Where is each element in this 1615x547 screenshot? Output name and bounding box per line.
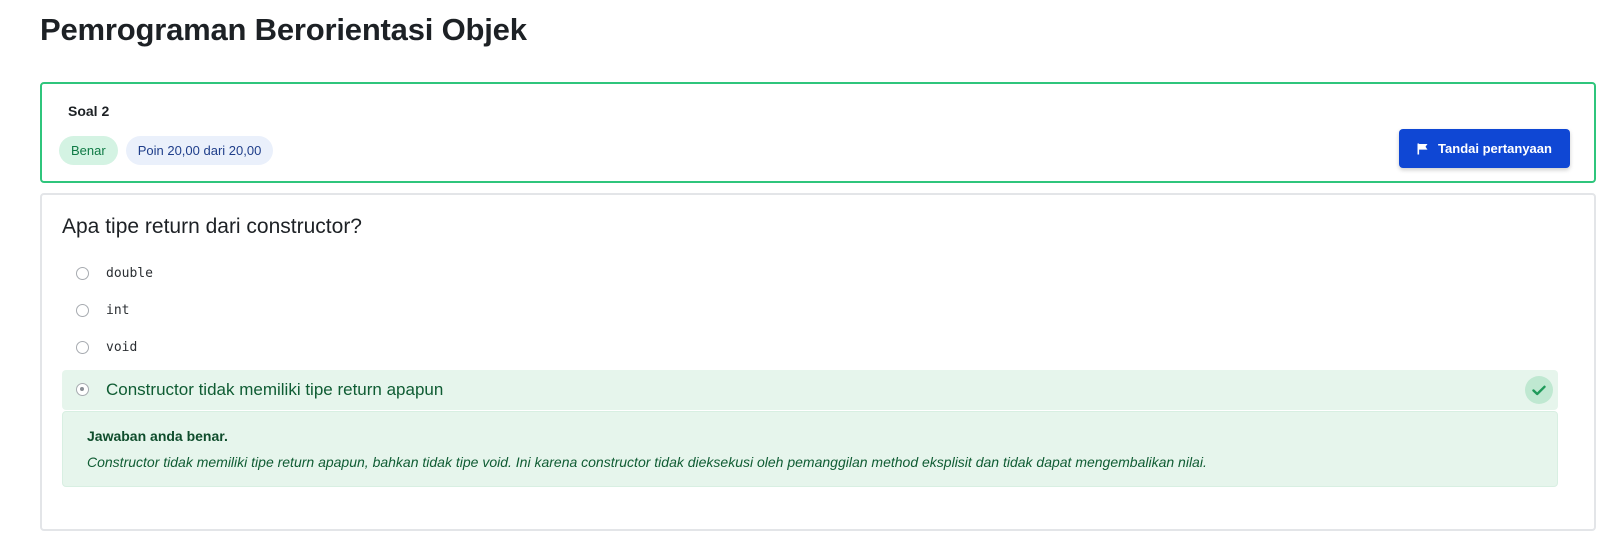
question-info-card: Soal 2 Benar Poin 20,00 dari 20,00 Tanda…: [40, 82, 1596, 183]
answer-option-void[interactable]: void: [62, 329, 1558, 366]
question-badges: Benar Poin 20,00 dari 20,00: [59, 136, 274, 165]
radio-button-selected[interactable]: [76, 383, 89, 396]
answer-label: void: [106, 340, 138, 355]
check-icon: [1525, 376, 1553, 404]
flag-icon: [1417, 143, 1428, 154]
answer-list: double int void Constructor tidak memili…: [62, 255, 1558, 410]
answer-label: int: [106, 303, 130, 318]
radio-button[interactable]: [76, 340, 89, 354]
answer-label: Constructor tidak memiliki tipe return a…: [106, 380, 444, 399]
question-text: Apa tipe return dari constructor?: [62, 215, 362, 238]
feedback-text: Constructor tidak memiliki tipe return a…: [87, 454, 1207, 470]
answer-label: double: [106, 266, 153, 281]
answer-option-correct[interactable]: Constructor tidak memiliki tipe return a…: [62, 370, 1558, 410]
status-badge: Benar: [59, 136, 118, 165]
flag-button-label: Tandai pertanyaan: [1438, 141, 1552, 156]
feedback-title: Jawaban anda benar.: [87, 428, 228, 444]
points-badge: Poin 20,00 dari 20,00: [125, 136, 274, 165]
answer-option-double[interactable]: double: [62, 255, 1558, 292]
answer-option-int[interactable]: int: [62, 292, 1558, 329]
question-content-card: Apa tipe return dari constructor? double…: [40, 193, 1596, 531]
radio-button[interactable]: [76, 303, 89, 317]
question-number: Soal 2: [68, 103, 110, 119]
radio-button[interactable]: [76, 266, 89, 280]
flag-question-button[interactable]: Tandai pertanyaan: [1399, 129, 1570, 168]
page-title: Pemrograman Berorientasi Objek: [40, 12, 527, 47]
feedback-box: Jawaban anda benar. Constructor tidak me…: [62, 411, 1558, 487]
